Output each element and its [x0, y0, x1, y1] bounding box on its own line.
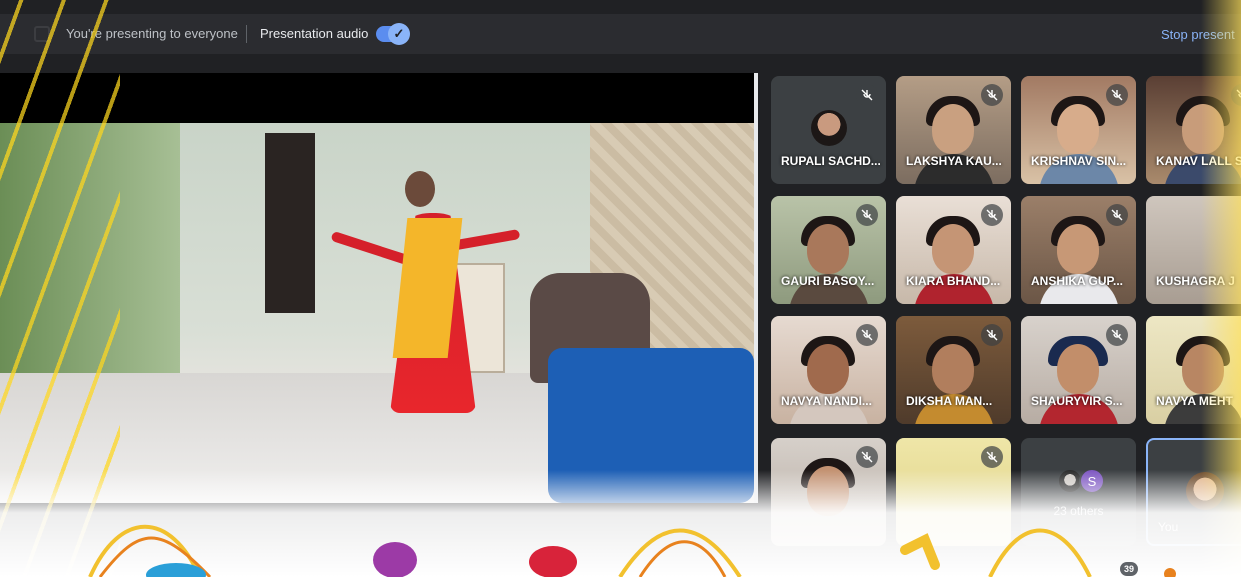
- others-count-label: 23 others: [1053, 504, 1104, 518]
- participant-name: NAVYA MEHT: [1156, 394, 1233, 408]
- participant-tile[interactable]: KUSHAGRA J: [1146, 196, 1241, 304]
- participant-name: SHAURYVIR S...: [1031, 394, 1123, 408]
- mic-off-icon: [1106, 204, 1128, 226]
- avatar: [1186, 472, 1224, 510]
- participant-tile[interactable]: [896, 438, 1011, 546]
- mic-off-icon: [1106, 324, 1128, 346]
- participant-name: KIARA BHAND...: [906, 274, 1001, 288]
- bar-divider: [246, 25, 247, 43]
- self-tile[interactable]: You: [1146, 438, 1241, 546]
- participant-tile[interactable]: RUPALI SACHD...: [771, 76, 886, 184]
- presentation-audio-toggle[interactable]: ✓: [376, 23, 410, 45]
- participant-tile[interactable]: SHAURYVIR S...: [1021, 316, 1136, 424]
- participant-tile[interactable]: NAVYA NANDI...: [771, 316, 886, 424]
- participant-tile[interactable]: KRISHNAV SIN...: [1021, 76, 1136, 184]
- mic-off-icon: [981, 84, 1003, 106]
- self-label: You: [1158, 520, 1179, 534]
- participant-name: KUSHAGRA J: [1156, 274, 1235, 288]
- participant-name: RUPALI SACHD...: [781, 154, 881, 168]
- participant-tile[interactable]: KANAV LALL S: [1146, 76, 1241, 184]
- presenting-bar: You're presenting to everyone Presentati…: [0, 14, 1241, 54]
- participant-name: DIKSHA MAN...: [906, 394, 993, 408]
- avatar-letter: S: [1079, 468, 1105, 494]
- avatar: [811, 110, 847, 146]
- participant-name: NAVYA NANDI...: [781, 394, 872, 408]
- stop-presenting-button[interactable]: Stop present: [1161, 27, 1235, 42]
- participant-tile[interactable]: [771, 438, 886, 546]
- mic-off-icon: [981, 446, 1003, 468]
- meet-window: You're presenting to everyone Presentati…: [0, 0, 1241, 577]
- participant-tile[interactable]: DIKSHA MAN...: [896, 316, 1011, 424]
- bar-handle-icon[interactable]: [34, 26, 50, 42]
- participant-name: KANAV LALL S: [1156, 154, 1241, 168]
- participant-name: GAURI BASOY...: [781, 274, 875, 288]
- mic-off-icon: [856, 324, 878, 346]
- participant-count-badge[interactable]: 39: [1120, 562, 1138, 576]
- mic-off-icon: [1106, 84, 1128, 106]
- participant-tile[interactable]: KIARA BHAND...: [896, 196, 1011, 304]
- participant-name: ANSHIKA GUP...: [1031, 274, 1124, 288]
- participant-tile[interactable]: LAKSHYA KAU...: [896, 76, 1011, 184]
- others-avatars: S: [1057, 468, 1107, 494]
- presentation-audio-label: Presentation audio: [260, 26, 369, 41]
- stage-divider: [754, 73, 758, 503]
- presentation-stage: [0, 73, 754, 503]
- presentation-video: [0, 123, 754, 503]
- presenting-status: You're presenting to everyone: [66, 26, 238, 41]
- others-tile[interactable]: S 23 others: [1021, 438, 1136, 546]
- mic-off-icon: [981, 324, 1003, 346]
- participant-tile[interactable]: ANSHIKA GUP...: [1021, 196, 1136, 304]
- participant-tile[interactable]: GAURI BASOY...: [771, 196, 886, 304]
- participant-name: KRISHNAV SIN...: [1031, 154, 1127, 168]
- mic-off-icon: [856, 446, 878, 468]
- participant-name: LAKSHYA KAU...: [906, 154, 1002, 168]
- mic-off-icon: [856, 84, 878, 106]
- mic-off-icon: [981, 204, 1003, 226]
- participant-tile[interactable]: NAVYA MEHT: [1146, 316, 1241, 424]
- mic-off-icon: [856, 204, 878, 226]
- check-icon: ✓: [388, 23, 410, 45]
